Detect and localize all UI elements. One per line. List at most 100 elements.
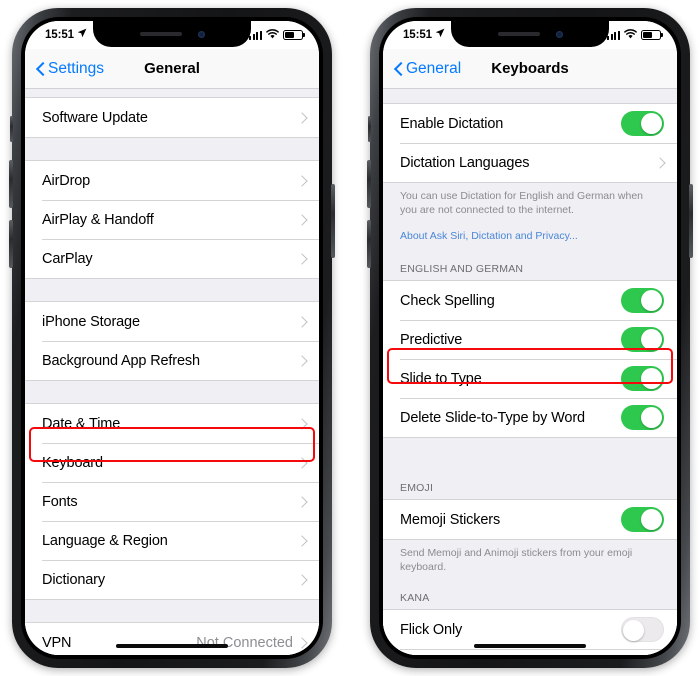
wifi-icon-left: [266, 28, 279, 42]
section-header-emoji: EMOJI: [383, 468, 677, 499]
chevron-right-icon: [298, 636, 306, 649]
row-label: VPN: [42, 634, 72, 651]
row-carplay[interactable]: CarPlay: [25, 239, 319, 278]
settings-list-left[interactable]: Software Update AirDrop AirPlay & Handof…: [25, 89, 319, 655]
row-label: Background App Refresh: [42, 352, 200, 369]
chevron-right-icon: [298, 534, 306, 547]
row-label: Predictive: [400, 331, 463, 348]
chevron-right-icon: [298, 315, 306, 328]
row-airplay-handoff[interactable]: AirPlay & Handoff: [25, 200, 319, 239]
row-label: Keyboard: [42, 454, 103, 471]
settings-group-dictation: Enable Dictation Dictation Languages: [383, 103, 677, 183]
row-delete-slide-to-type-by-word[interactable]: Delete Slide-to-Type by Word: [383, 398, 677, 437]
front-camera-icon: [197, 30, 205, 38]
list-spacer: [383, 89, 677, 103]
row-enable-dictation[interactable]: Enable Dictation: [383, 104, 677, 143]
settings-group-input: Date & Time Keyboard Fonts Language & Re…: [25, 403, 319, 600]
chevron-right-icon: [298, 213, 306, 226]
earpiece-speaker-icon: [139, 32, 182, 36]
row-memoji-stickers[interactable]: Memoji Stickers: [383, 500, 677, 539]
toggle-flick-only[interactable]: [621, 617, 664, 642]
status-time-text-left: 15:51: [45, 29, 74, 41]
device-bezel-right: 15:51 General Keyboards Enable Dictation…: [379, 17, 681, 659]
row-date-time[interactable]: Date & Time: [25, 404, 319, 443]
row-smart-full-width-space[interactable]: Smart Full-Width Space: [383, 649, 677, 655]
volume-up-button-left[interactable]: [9, 160, 13, 208]
status-time-text-right: 15:51: [403, 29, 432, 41]
device-bezel-left: 15:51 Settings General Software Update A…: [21, 17, 323, 659]
row-vpn[interactable]: VPN Not Connected: [25, 623, 319, 655]
list-spacer: [383, 438, 677, 468]
row-label: Enable Dictation: [400, 115, 504, 132]
volume-down-button-left[interactable]: [9, 220, 13, 268]
row-label: Software Update: [42, 109, 148, 126]
toggle-delete-slide-to-type-by-word[interactable]: [621, 405, 664, 430]
row-airdrop[interactable]: AirDrop: [25, 161, 319, 200]
toggle-slide-to-type[interactable]: [621, 366, 664, 391]
row-language-region[interactable]: Language & Region: [25, 521, 319, 560]
row-label: Memoji Stickers: [400, 511, 501, 528]
back-button-settings[interactable]: Settings: [37, 60, 104, 78]
row-label: Flick Only: [400, 621, 463, 638]
status-indicators-left: [248, 28, 303, 42]
toggle-check-spelling[interactable]: [621, 288, 664, 313]
power-button-left[interactable]: [331, 184, 335, 258]
chevron-right-icon: [298, 495, 306, 508]
footer-memoji-note: Send Memoji and Animoji stickers from yo…: [383, 540, 677, 578]
list-spacer: [25, 600, 319, 622]
row-slide-to-type[interactable]: Slide to Type: [383, 359, 677, 398]
volume-up-button-right[interactable]: [367, 160, 371, 208]
home-indicator-left[interactable]: [116, 643, 228, 648]
device-screen-left: 15:51 Settings General Software Update A…: [25, 21, 319, 655]
row-dictionary[interactable]: Dictionary: [25, 560, 319, 599]
toggle-enable-dictation[interactable]: [621, 111, 664, 136]
chevron-right-icon: [298, 174, 306, 187]
footer-dictation-note: You can use Dictation for English and Ge…: [383, 183, 677, 221]
silent-switch-right[interactable]: [368, 116, 371, 142]
battery-icon-right: [641, 30, 661, 40]
volume-down-button-right[interactable]: [367, 220, 371, 268]
silent-switch-left[interactable]: [10, 116, 13, 142]
toggle-predictive[interactable]: [621, 327, 664, 352]
row-iphone-storage[interactable]: iPhone Storage: [25, 302, 319, 341]
link-about-ask-siri-privacy[interactable]: About Ask Siri, Dictation and Privacy...: [383, 221, 677, 249]
nav-bar-left: Settings General: [25, 49, 319, 89]
cellular-bars-icon-left: [248, 30, 262, 40]
chevron-right-icon: [298, 354, 306, 367]
row-label: Check Spelling: [400, 292, 495, 309]
row-label: AirDrop: [42, 172, 91, 189]
section-header-kana: KANA: [383, 578, 677, 609]
notch-right: [451, 21, 609, 47]
settings-group-kana: Flick Only Smart Full-Width Space: [383, 609, 677, 655]
home-indicator-right[interactable]: [474, 643, 586, 648]
row-check-spelling[interactable]: Check Spelling: [383, 281, 677, 320]
chevron-right-icon: [298, 111, 306, 124]
keyboards-list-right[interactable]: Enable Dictation Dictation Languages You…: [383, 89, 677, 655]
row-label: Dictation Languages: [400, 154, 530, 171]
row-dictation-languages[interactable]: Dictation Languages: [383, 143, 677, 182]
device-screen-right: 15:51 General Keyboards Enable Dictation…: [383, 21, 677, 655]
row-label: Dictionary: [42, 571, 105, 588]
status-time-right: 15:51: [403, 28, 445, 42]
row-keyboard[interactable]: Keyboard: [25, 443, 319, 482]
row-software-update[interactable]: Software Update: [25, 98, 319, 137]
settings-group-english-german: Check Spelling Predictive Slide to Type: [383, 280, 677, 438]
front-camera-icon: [555, 30, 563, 38]
chevron-right-icon: [298, 417, 306, 430]
chevron-right-icon: [298, 252, 306, 265]
back-button-general[interactable]: General: [395, 60, 461, 78]
back-button-label-right: General: [406, 59, 462, 77]
toggle-memoji-stickers[interactable]: [621, 507, 664, 532]
list-spacer: [25, 279, 319, 301]
nav-bar-right: General Keyboards: [383, 49, 677, 89]
row-predictive[interactable]: Predictive: [383, 320, 677, 359]
row-label: CarPlay: [42, 250, 93, 267]
iphone-device-right: 15:51 General Keyboards Enable Dictation…: [367, 8, 693, 668]
earpiece-speaker-icon: [497, 32, 540, 36]
chevron-left-icon-left: [37, 61, 46, 77]
row-background-app-refresh[interactable]: Background App Refresh: [25, 341, 319, 380]
list-spacer: [25, 89, 319, 97]
row-fonts[interactable]: Fonts: [25, 482, 319, 521]
power-button-right[interactable]: [689, 184, 693, 258]
location-arrow-icon-right: [435, 28, 445, 41]
